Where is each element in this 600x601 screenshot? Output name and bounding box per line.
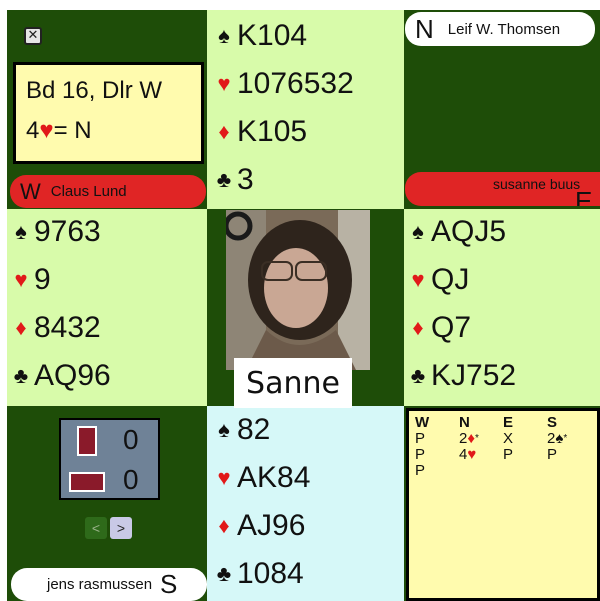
ns-tricks-icon [77, 426, 97, 456]
heart-icon: ♥ [467, 446, 477, 463]
club-icon: ♣ [216, 561, 232, 586]
ns-tricks-count: 0 [123, 424, 139, 455]
photo-caption: Sanne [234, 358, 352, 408]
chevron-left-icon: < [91, 520, 101, 536]
heart-icon: ♥ [217, 71, 231, 96]
north-seat-label: N [415, 13, 434, 44]
heart-icon: ♥ [411, 267, 425, 292]
diamond-icon: ♦ [467, 430, 475, 447]
diamond-icon: ♦ [218, 119, 230, 144]
bid-cell: P [415, 462, 426, 479]
contract-info-box: Bd 16, Dlr W 4♥= N [13, 62, 204, 164]
north-hearts: ♥ 1076532 [213, 60, 401, 108]
east-player-bar: susanne buus E [405, 172, 600, 206]
south-diamonds: ♦ AJ96 [213, 502, 401, 550]
south-player-name: jens rasmussen [47, 576, 153, 593]
north-diamonds: ♦ K105 [213, 108, 401, 156]
ew-tricks-icon [69, 472, 105, 492]
west-diamonds: ♦ 8432 [10, 304, 204, 352]
close-button[interactable]: ✕ [24, 27, 42, 45]
east-clubs: ♣ KJ752 [407, 352, 597, 400]
heart-icon: ♥ [14, 267, 28, 292]
east-spades: ♠ AQJ5 [407, 208, 597, 256]
south-spades: ♠ 82 [213, 406, 401, 454]
close-icon: ✕ [27, 28, 39, 43]
diamond-icon: ♦ [15, 315, 27, 340]
hearts-icon: ♥ [39, 117, 54, 144]
spade-icon: ♠ [218, 417, 230, 442]
diamond-icon: ♦ [218, 513, 230, 538]
west-clubs: ♣ AQ96 [10, 352, 204, 400]
west-player-name: Claus Lund [50, 183, 127, 200]
portrait-image [226, 210, 370, 370]
bid-cell: P [415, 446, 426, 463]
north-player-name: Leif W. Thomsen [447, 20, 561, 38]
south-hearts: ♥ AK84 [213, 454, 401, 502]
bid-header-north: N [459, 414, 470, 431]
next-trick-button[interactable]: > [110, 517, 132, 539]
ew-tricks-count: 0 [123, 464, 139, 495]
club-icon: ♣ [410, 363, 426, 388]
east-hand: ♠ AQJ5 ♥ QJ ♦ Q7 ♣ KJ752 [407, 208, 597, 400]
trick-counter: 0 0 [59, 418, 160, 500]
south-hand: ♠ 82 ♥ AK84 ♦ AJ96 ♣ 1084 [213, 406, 401, 598]
bid-header-west: W [415, 414, 430, 431]
north-player-bar: N Leif W. Thomsen [405, 12, 595, 46]
contract-text: 4♥= N [26, 117, 92, 144]
west-hand: ♠ 9763 ♥ 9 ♦ 8432 ♣ AQ96 [10, 208, 204, 400]
board-info: Bd 16, Dlr W [26, 77, 163, 104]
bidding-grid: W N E S P 2♦* X 2♠* P 4♥ P P P [415, 415, 597, 479]
chevron-right-icon: > [116, 520, 126, 536]
south-clubs: ♣ 1084 [213, 550, 401, 598]
bid-cell: 2♠* [547, 430, 568, 447]
west-seat-label: W [20, 178, 41, 204]
spade-icon: ♠ [218, 23, 230, 48]
north-hand: ♠ K104 ♥ 1076532 ♦ K105 ♣ 3 [213, 12, 401, 204]
east-player-name: susanne buus [493, 176, 581, 192]
north-spades: ♠ K104 [213, 12, 401, 60]
diamond-icon: ♦ [412, 315, 424, 340]
bid-cell: 4♥ [459, 446, 477, 463]
heart-icon: ♥ [217, 465, 231, 490]
club-icon: ♣ [216, 167, 232, 192]
bid-cell: P [547, 446, 558, 463]
club-icon: ♣ [13, 363, 29, 388]
bid-header-east: E [503, 414, 514, 431]
player-photo [226, 210, 370, 370]
bidding-table: W N E S P 2♦* X 2♠* P 4♥ P P P [406, 408, 600, 601]
east-seat-label: E [575, 186, 593, 206]
east-hearts: ♥ QJ [407, 256, 597, 304]
south-player-bar: jens rasmussen S [11, 568, 207, 601]
bid-cell: P [415, 430, 426, 447]
bid-header-south: S [547, 414, 558, 431]
west-spades: ♠ 9763 [10, 208, 204, 256]
north-clubs: ♣ 3 [213, 156, 401, 204]
bid-cell: 2♦* [459, 430, 479, 447]
south-seat-label: S [160, 569, 178, 599]
bid-cell: X [503, 430, 514, 447]
east-diamonds: ♦ Q7 [407, 304, 597, 352]
bid-cell: P [503, 446, 514, 463]
prev-trick-button[interactable]: < [85, 517, 107, 539]
west-hearts: ♥ 9 [10, 256, 204, 304]
spade-icon: ♠ [412, 219, 424, 244]
west-player-bar: W Claus Lund [10, 175, 206, 208]
spade-icon: ♠ [15, 219, 27, 244]
